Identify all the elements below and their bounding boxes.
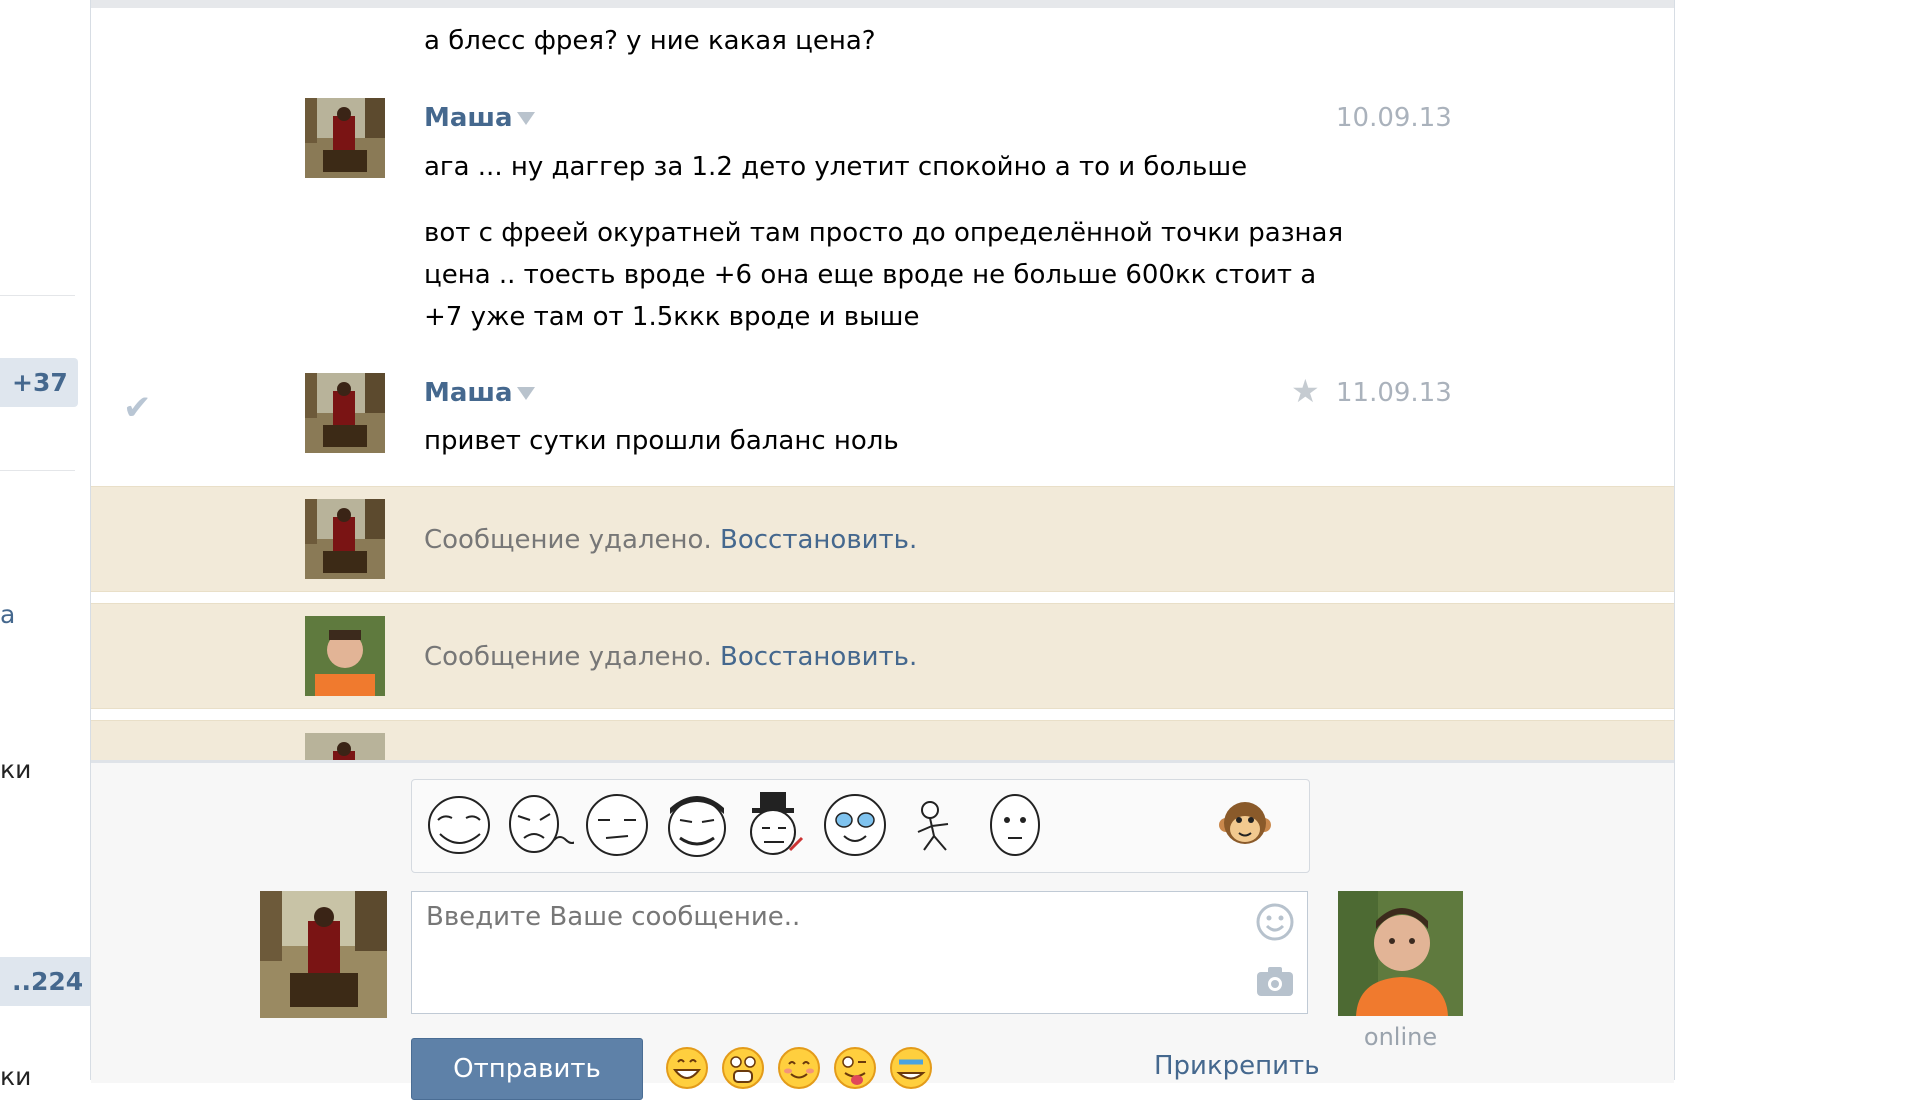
shocked-emoji-icon[interactable]: [721, 1046, 765, 1090]
camera-icon[interactable]: [1255, 964, 1295, 998]
restore-link[interactable]: Восстановить.: [720, 642, 917, 672]
my-avatar[interactable]: [260, 891, 387, 1018]
poker-face-icon[interactable]: [980, 790, 1050, 860]
message-author[interactable]: Маша: [424, 378, 535, 408]
troll-face-icon[interactable]: [424, 790, 494, 860]
message-text: вот с фреей окуратней там просто до опре…: [424, 218, 1344, 248]
star-icon[interactable]: ★: [1291, 372, 1320, 410]
crying-emoji-icon[interactable]: [889, 1046, 933, 1090]
message-text: ага ... ну даггер за 1.2 дето улетит спо…: [424, 152, 1248, 182]
avatar[interactable]: [305, 98, 385, 178]
stick-figure-icon[interactable]: [900, 790, 970, 860]
avatar[interactable]: [305, 499, 385, 579]
deleted-message-row: Сообщение удалено. Восстановить.: [91, 603, 1674, 709]
deleted-message-row: [91, 720, 1674, 760]
message-input[interactable]: [412, 892, 1260, 1032]
dialog-panel: а блесс фрея? у ние какая цена? Маша 10.…: [90, 0, 1675, 1100]
author-name[interactable]: Маша: [424, 103, 513, 133]
chevron-down-icon[interactable]: [516, 387, 535, 400]
yao-ming-face-icon[interactable]: [662, 790, 732, 860]
counter-badge[interactable]: ..224: [0, 957, 94, 1006]
monkey-icon[interactable]: [1218, 798, 1272, 852]
avatar[interactable]: [305, 733, 385, 760]
message-author[interactable]: Маша: [424, 103, 535, 133]
top-border: [91, 0, 1674, 8]
counter-badge[interactable]: +37: [0, 358, 78, 407]
message-text: +7 уже там от 1.5ккк вроде и выше: [424, 302, 920, 332]
rage-face-icon[interactable]: [504, 790, 574, 860]
message-input-box: [411, 891, 1308, 1032]
avatar[interactable]: [305, 616, 385, 696]
deleted-message-row: Сообщение удалено. Восстановить.: [91, 486, 1674, 592]
blush-emoji-icon[interactable]: [777, 1046, 821, 1090]
restore-link[interactable]: Восстановить.: [720, 525, 917, 555]
message-text: привет сутки прошли баланс ноль: [424, 426, 899, 456]
deleted-notice: Сообщение удалено. Восстановить.: [424, 642, 917, 672]
smile-icon[interactable]: [1255, 902, 1295, 942]
left-sidebar: +37 а ки ..224 ки: [0, 0, 94, 1091]
happy-tears-face-icon[interactable]: [820, 790, 890, 860]
sticker-bar: [411, 779, 1310, 873]
grin-emoji-icon[interactable]: [665, 1046, 709, 1090]
deleted-notice: Сообщение удалено. Восстановить.: [424, 525, 917, 555]
message-date[interactable]: 10.09.13: [1336, 103, 1452, 133]
sidebar-fragment[interactable]: ки: [0, 755, 31, 784]
attach-button[interactable]: Прикрепить: [1154, 1051, 1320, 1081]
chevron-down-icon[interactable]: [516, 112, 535, 125]
like-a-sir-icon[interactable]: [740, 790, 810, 860]
sidebar-fragment[interactable]: ки: [0, 1062, 31, 1091]
avatar[interactable]: [305, 373, 385, 453]
deleted-label: Сообщение удалено.: [424, 642, 712, 672]
wink-tongue-emoji-icon[interactable]: [833, 1046, 877, 1090]
message-composer: online Отправить: [91, 760, 1674, 1100]
divider: [0, 295, 75, 296]
sidebar-fragment[interactable]: а: [0, 600, 15, 629]
divider: [0, 470, 75, 471]
peer-online-status: online: [1363, 1023, 1438, 1051]
read-check-icon[interactable]: ✔: [123, 388, 152, 428]
send-button[interactable]: Отправить: [411, 1038, 643, 1100]
peer-avatar[interactable]: [1338, 891, 1463, 1016]
message-history[interactable]: а блесс фрея? у ние какая цена? Маша 10.…: [91, 8, 1674, 760]
author-name[interactable]: Маша: [424, 378, 513, 408]
deleted-label: Сообщение удалено.: [424, 525, 712, 555]
message-text: цена .. тоесть вроде +6 она еще вроде не…: [424, 260, 1317, 290]
message-text: а блесс фрея? у ние какая цена?: [424, 26, 876, 56]
message-date[interactable]: 11.09.13: [1336, 378, 1452, 408]
meh-face-icon[interactable]: [582, 790, 652, 860]
